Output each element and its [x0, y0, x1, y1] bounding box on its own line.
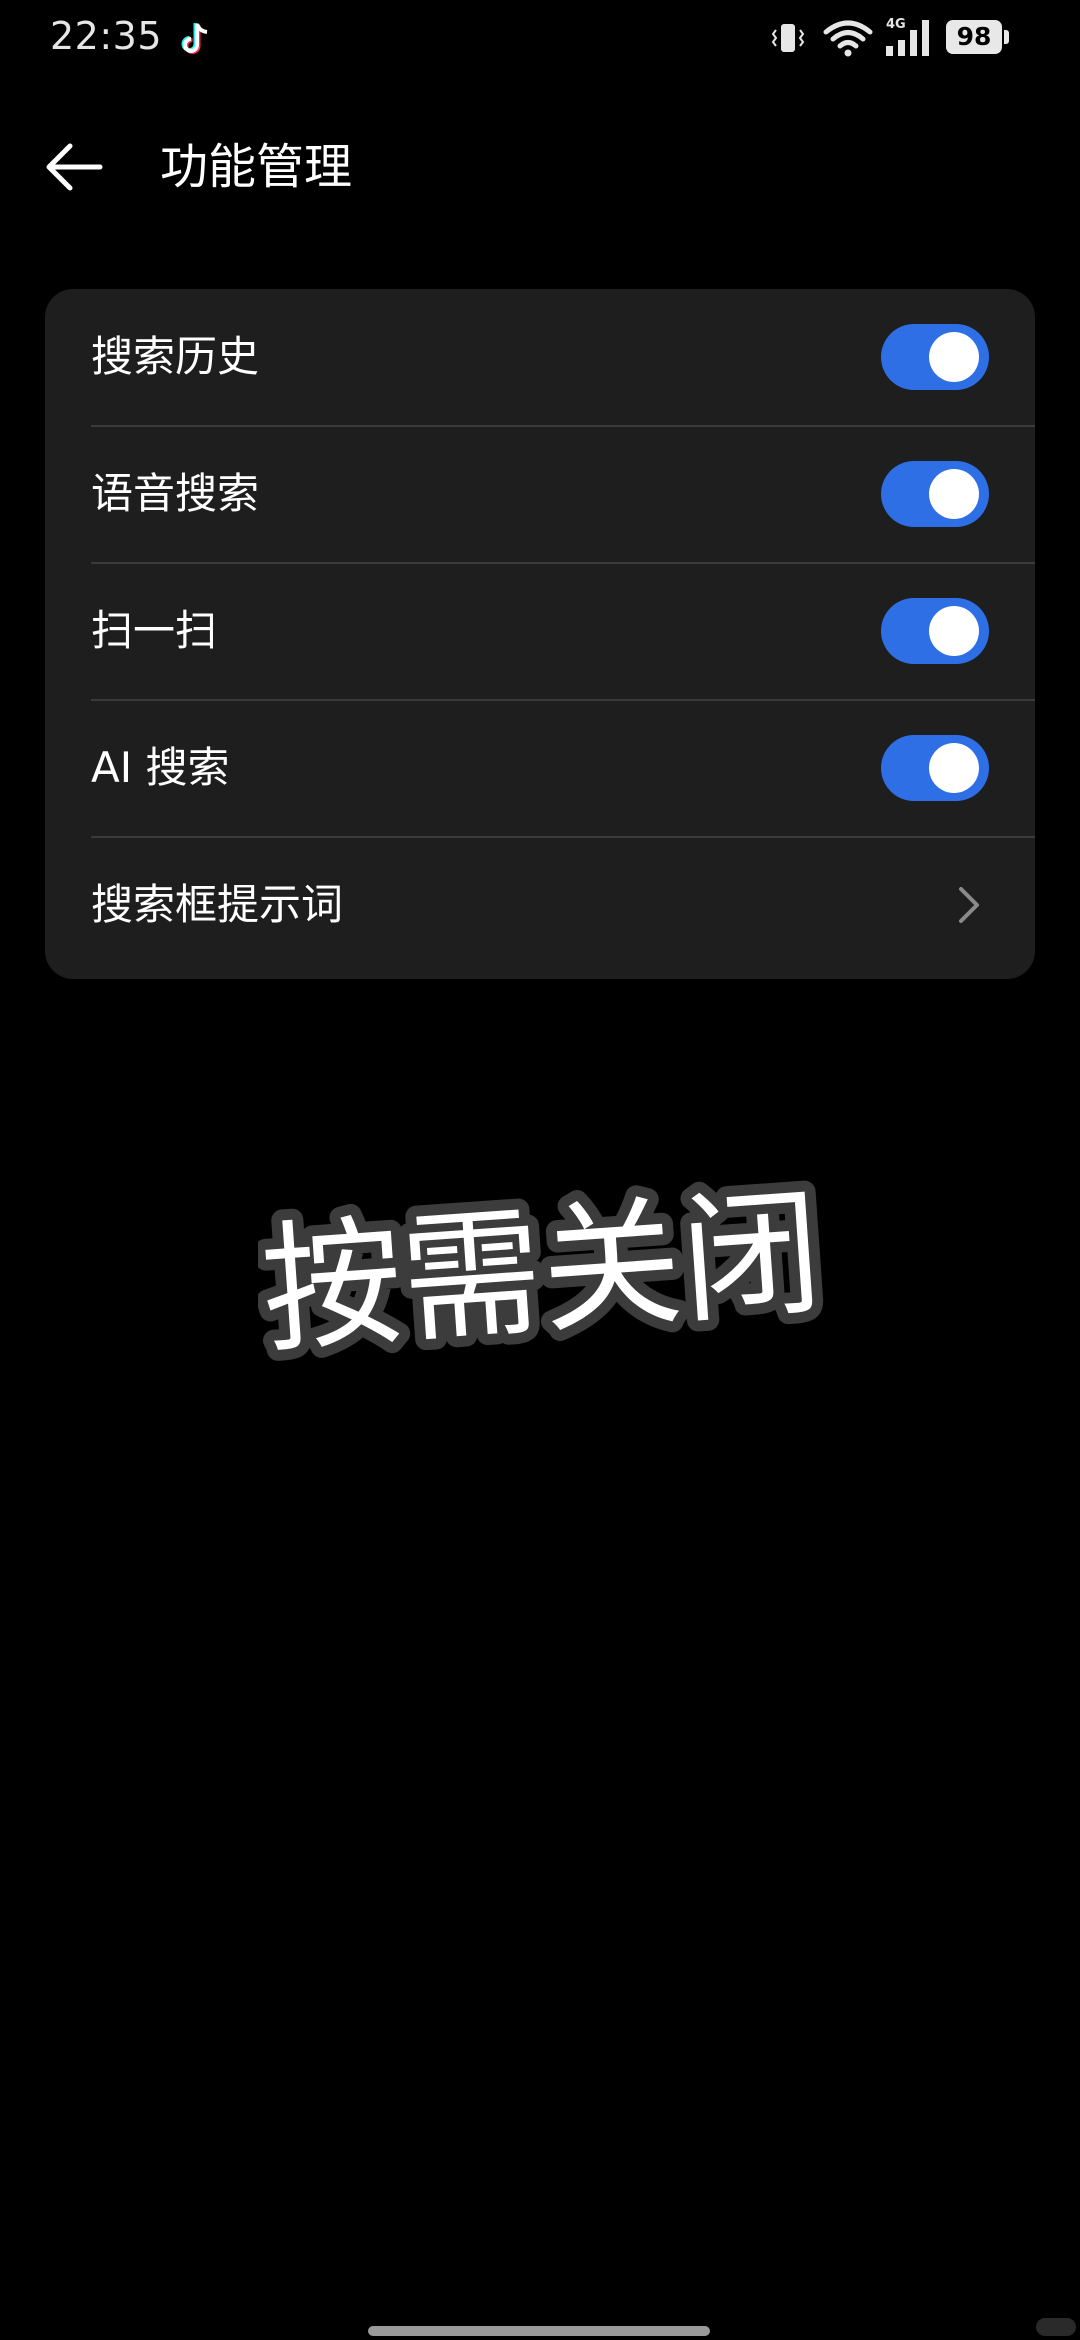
- search-history-toggle[interactable]: [881, 324, 989, 390]
- overlay-caption: 按需关闭: [258, 1170, 828, 1384]
- battery-level: 98: [956, 22, 992, 51]
- signal-icon: 4G: [886, 17, 929, 56]
- battery-tip: [1004, 30, 1009, 44]
- chevron-right-icon: [959, 887, 979, 923]
- setting-row-search-history[interactable]: 搜索历史: [45, 289, 1035, 425]
- setting-row-ai-search[interactable]: AI 搜索: [45, 700, 1035, 836]
- back-arrow-icon[interactable]: [36, 130, 116, 204]
- watermark-badge: [1036, 2318, 1076, 2336]
- toggle-knob: [929, 469, 979, 519]
- setting-label: 语音搜索: [91, 469, 260, 518]
- gesture-bar[interactable]: [368, 2326, 710, 2336]
- overlay-caption-text: 按需关闭: [258, 1172, 827, 1374]
- ai-search-toggle[interactable]: [881, 735, 989, 801]
- network-type-label: 4G: [886, 17, 906, 32]
- settings-card: 搜索历史 语音搜索 扫一扫 AI 搜索 搜索框提示词: [45, 289, 1035, 979]
- tiktok-icon: [181, 23, 208, 54]
- toggle-knob: [929, 743, 979, 793]
- setting-row-search-box-hints[interactable]: 搜索框提示词: [45, 837, 1035, 973]
- scan-toggle[interactable]: [881, 598, 989, 664]
- vibrate-icon: [771, 24, 805, 52]
- setting-row-voice-search[interactable]: 语音搜索: [45, 426, 1035, 562]
- setting-label: 搜索历史: [91, 332, 260, 381]
- page-title: 功能管理: [160, 139, 353, 195]
- voice-search-toggle[interactable]: [881, 461, 989, 527]
- toggle-knob: [929, 332, 979, 382]
- battery-indicator: 98: [946, 20, 1010, 54]
- status-bar: 22:35 4G 98: [0, 0, 1080, 80]
- setting-label: 扫一扫: [91, 606, 218, 655]
- status-time: 22:35: [50, 14, 163, 58]
- wifi-icon: [823, 20, 873, 57]
- setting-label: 搜索框提示词: [91, 880, 344, 929]
- setting-row-scan[interactable]: 扫一扫: [45, 563, 1035, 699]
- toggle-knob: [929, 606, 979, 656]
- setting-label: AI 搜索: [91, 743, 230, 792]
